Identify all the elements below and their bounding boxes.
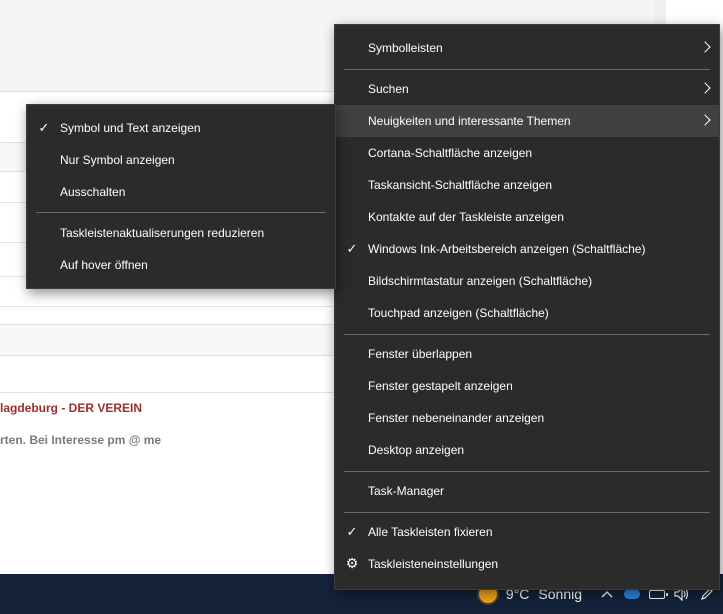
menu-item-label: Fenster nebeneinander anzeigen: [368, 411, 545, 425]
menu-item-task-manager[interactable]: Task-Manager: [335, 475, 719, 507]
menu-item-cortana[interactable]: Cortana-Schaltfläche anzeigen: [335, 137, 719, 169]
menu-item-neuigkeiten[interactable]: Neuigkeiten und interessante Themen: [335, 105, 719, 137]
menu-item-label: Taskleisteneinstellungen: [368, 557, 499, 571]
menu-item-label: Touchpad anzeigen (Schaltfläche): [368, 306, 549, 320]
gear-icon: ⚙: [345, 554, 359, 571]
menu-separator: [344, 69, 710, 70]
menu-separator: [344, 471, 710, 472]
submenu-item-ausschalten[interactable]: Ausschalten: [27, 176, 335, 208]
chevron-right-icon: [699, 41, 711, 53]
forum-post-snippet: rten. Bei Interesse pm @ me: [0, 433, 162, 447]
submenu-item-aktualisierungen-reduzieren[interactable]: Taskleistenaktualiserungen reduzieren: [27, 217, 335, 249]
menu-item-taskleisteneinstellungen[interactable]: ⚙ Taskleisteneinstellungen: [335, 548, 719, 580]
menu-item-label: Bildschirmtastatur anzeigen (Schaltfläch…: [368, 274, 593, 288]
menu-item-label: Auf hover öffnen: [60, 258, 148, 272]
taskbar-context-menu: Symbolleisten Suchen Neuigkeiten und int…: [334, 24, 720, 590]
menu-separator: [344, 512, 710, 513]
menu-item-label: Taskleistenaktualiserungen reduzieren: [60, 226, 265, 240]
menu-item-label: Windows Ink-Arbeitsbereich anzeigen (Sch…: [368, 242, 646, 256]
menu-item-label: Kontakte auf der Taskleiste anzeigen: [368, 210, 564, 224]
menu-item-label: Task-Manager: [368, 484, 445, 498]
menu-item-label: Ausschalten: [60, 185, 126, 199]
menu-separator: [344, 334, 710, 335]
menu-item-fenster-nebeneinander[interactable]: Fenster nebeneinander anzeigen: [335, 402, 719, 434]
checkmark-icon: ✓: [346, 241, 358, 256]
menu-item-fenster-gestapelt[interactable]: Fenster gestapelt anzeigen: [335, 370, 719, 402]
checkmark-icon: ✓: [346, 524, 358, 539]
checkmark-icon: ✓: [38, 120, 50, 135]
menu-item-fenster-ueberlappen[interactable]: Fenster überlappen: [335, 338, 719, 370]
menu-item-taskansicht[interactable]: Taskansicht-Schaltfläche anzeigen: [335, 169, 719, 201]
submenu-item-auf-hover-oeffnen[interactable]: Auf hover öffnen: [27, 249, 335, 281]
submenu-item-symbol-und-text[interactable]: ✓ Symbol und Text anzeigen: [27, 112, 335, 144]
menu-item-label: Symbolleisten: [368, 41, 443, 55]
menu-item-label: Neuigkeiten und interessante Themen: [368, 114, 571, 128]
menu-item-suchen[interactable]: Suchen: [335, 73, 719, 105]
menu-item-label: Fenster überlappen: [368, 347, 473, 361]
menu-item-label: Taskansicht-Schaltfläche anzeigen: [368, 178, 553, 192]
menu-item-label: Desktop anzeigen: [368, 443, 465, 457]
menu-item-desktop-anzeigen[interactable]: Desktop anzeigen: [335, 434, 719, 466]
menu-item-windows-ink[interactable]: ✓ Windows Ink-Arbeitsbereich anzeigen (S…: [335, 233, 719, 265]
menu-item-symbolleisten[interactable]: Symbolleisten: [335, 32, 719, 64]
menu-item-label: Symbol und Text anzeigen: [60, 121, 201, 135]
menu-item-label: Fenster gestapelt anzeigen: [368, 379, 513, 393]
menu-item-label: Alle Taskleisten fixieren: [368, 525, 493, 539]
menu-item-taskleisten-fixieren[interactable]: ✓ Alle Taskleisten fixieren: [335, 516, 719, 548]
submenu-item-nur-symbol[interactable]: Nur Symbol anzeigen: [27, 144, 335, 176]
news-interests-submenu: ✓ Symbol und Text anzeigen Nur Symbol an…: [26, 104, 336, 289]
menu-separator: [36, 212, 326, 213]
menu-item-touchpad[interactable]: Touchpad anzeigen (Schaltfläche): [335, 297, 719, 329]
menu-item-label: Cortana-Schaltfläche anzeigen: [368, 146, 533, 160]
chevron-right-icon: [699, 82, 711, 94]
forum-thread-link[interactable]: lagdeburg - DER VEREIN: [0, 401, 142, 415]
chevron-right-icon: [699, 114, 711, 126]
menu-item-label: Suchen: [368, 82, 409, 96]
menu-item-kontakte[interactable]: Kontakte auf der Taskleiste anzeigen: [335, 201, 719, 233]
menu-item-bildschirmtastatur[interactable]: Bildschirmtastatur anzeigen (Schaltfläch…: [335, 265, 719, 297]
menu-item-label: Nur Symbol anzeigen: [60, 153, 175, 167]
